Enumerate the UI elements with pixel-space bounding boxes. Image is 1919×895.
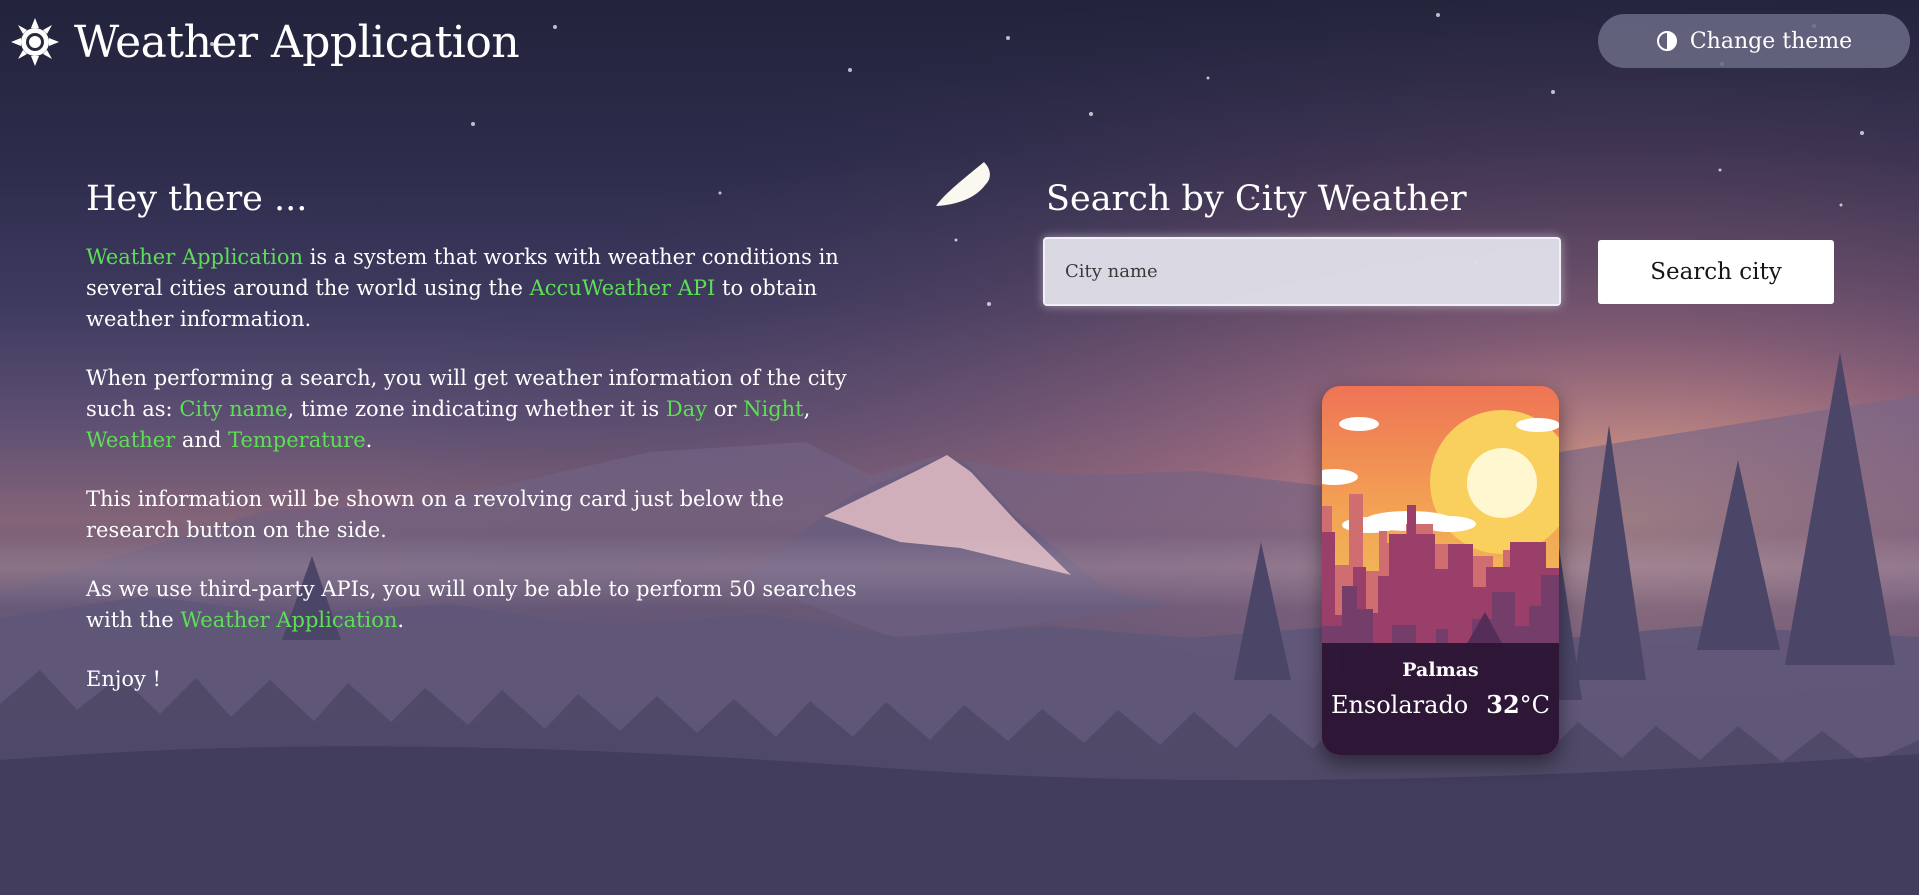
card-weather-row: Ensolarado 32°C	[1322, 690, 1559, 719]
card-temperature-unit: °C	[1519, 691, 1551, 719]
highlight-app-name-second: Weather Application	[180, 608, 398, 632]
app-branding: Weather Application	[10, 10, 520, 74]
search-heading: Search by City Weather	[1046, 179, 1467, 219]
weather-card: Palmas Ensolarado 32°C	[1322, 386, 1559, 755]
card-city-name: Palmas	[1402, 659, 1479, 681]
search-info-text-part-5: and	[175, 428, 229, 452]
highlight-day: Day	[665, 397, 708, 421]
card-weather-condition: Ensolarado	[1330, 691, 1469, 719]
card-temperature: 32°C	[1486, 690, 1550, 719]
change-theme-label: Change theme	[1689, 28, 1853, 54]
search-info-text-part-3: or	[707, 397, 744, 421]
intro-paragraph-api-limit: As we use third-party APIs, you will onl…	[86, 574, 878, 636]
search-info-text-part-4: ,	[803, 397, 811, 421]
search-info-text-part-6: .	[365, 428, 373, 452]
api-limit-text-part-2: .	[397, 608, 405, 632]
highlight-city-name: City name	[179, 397, 288, 421]
search-city-button[interactable]: Search city	[1598, 240, 1834, 304]
highlight-weather: Weather	[86, 428, 176, 452]
intro-section: Hey there ... Weather Application is a s…	[86, 176, 878, 723]
highlight-app-name: Weather Application	[86, 245, 304, 269]
card-temperature-value: 32	[1486, 690, 1520, 719]
change-theme-button[interactable]: Change theme	[1598, 14, 1910, 68]
weather-card-info: Palmas Ensolarado 32°C	[1322, 643, 1559, 755]
intro-paragraph-overview: Weather Application is a system that wor…	[86, 242, 878, 335]
intro-paragraph-enjoy: Enjoy !	[86, 667, 161, 691]
highlight-accuweather-api: AccuWeather API	[529, 276, 716, 300]
intro-paragraph-search-info: When performing a search, you will get w…	[86, 363, 878, 456]
contrast-icon	[1656, 31, 1677, 51]
intro-paragraph-card-info: This information will be shown on a revo…	[86, 487, 784, 542]
intro-heading: Hey there ...	[86, 179, 308, 219]
app-title: Weather Application	[74, 16, 520, 68]
search-info-text-part-2: , time zone indicating whether it is	[287, 397, 666, 421]
highlight-night: Night	[743, 397, 804, 421]
highlight-temperature: Temperature	[228, 428, 366, 452]
sun-icon	[11, 18, 59, 66]
city-name-input[interactable]	[1043, 237, 1561, 306]
